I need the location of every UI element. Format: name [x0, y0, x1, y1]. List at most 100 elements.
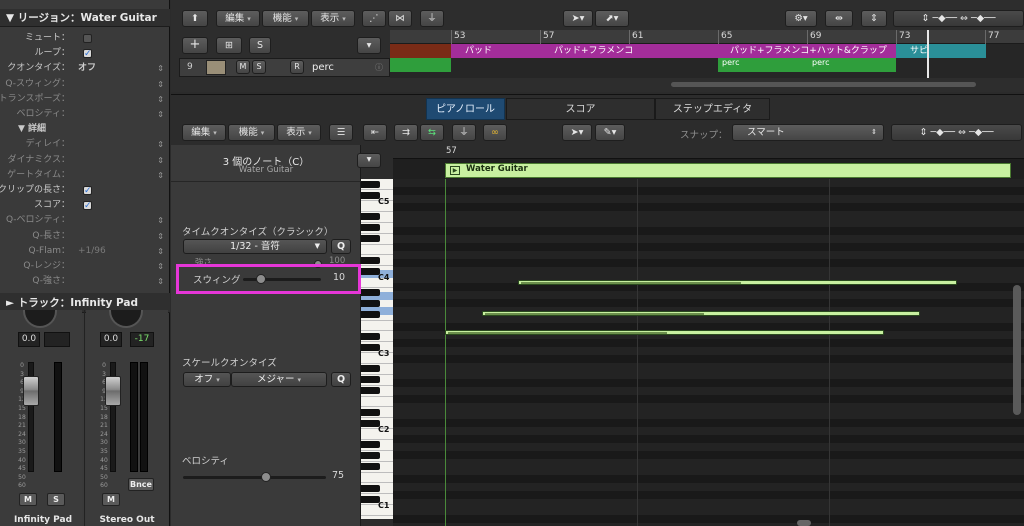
inspector-row[interactable]: スコア： ✓	[0, 198, 170, 213]
region-perc-1[interactable]: perc	[718, 58, 808, 72]
inspector-row[interactable]: ループ： ✓	[0, 46, 170, 61]
playhead[interactable]	[927, 30, 929, 78]
gear-icon[interactable]: ⚙▾	[785, 10, 817, 27]
black-key[interactable]	[361, 365, 380, 372]
black-key[interactable]	[361, 181, 380, 188]
snap-select[interactable]: スマート ⇕	[732, 124, 884, 141]
black-key[interactable]	[361, 235, 380, 242]
pointer-tool-icon[interactable]: ➤▾	[562, 124, 592, 141]
editor-ruler[interactable]: 57	[393, 145, 1024, 159]
pencil-tool-icon[interactable]: ⬈▾	[595, 10, 629, 27]
stepper-icon[interactable]: ⇕	[157, 153, 164, 168]
stepper-icon[interactable]: ⇕	[157, 137, 164, 152]
quantize-select[interactable]: 1/32 - 音符 ▼	[183, 239, 327, 254]
checkbox[interactable]: ✓	[83, 201, 92, 211]
midi-note[interactable]	[481, 311, 921, 316]
mute-button[interactable]: M	[19, 493, 37, 506]
filter-icon[interactable]: ⏚	[420, 10, 444, 27]
piano-keyboard[interactable]: C5 C4 C3 C2 C1	[361, 179, 393, 519]
black-key[interactable]	[361, 224, 380, 231]
region-header[interactable]: ▼ リージョン：Water Guitar	[0, 9, 170, 27]
black-key[interactable]	[361, 333, 380, 340]
checkbox[interactable]	[83, 34, 92, 43]
checkbox[interactable]: ✓	[83, 186, 92, 196]
black-key[interactable]	[361, 485, 380, 492]
midi-out-icon[interactable]: ⇆	[420, 124, 444, 141]
tab-step-editor[interactable]: ステップエディタ	[655, 98, 770, 120]
zoom-sliders[interactable]: ⇕ ─◆── ⇔ ─◆──	[893, 10, 1024, 27]
solo-button[interactable]: S	[252, 60, 266, 74]
region-pad-flamenco-hat[interactable]: パッド+フラメンコ+ハット&クラップ	[718, 44, 896, 58]
inspector-row[interactable]: クリップの長さ： ✓	[0, 183, 170, 198]
quantize-button[interactable]: Q	[331, 239, 351, 254]
inspector-row[interactable]: Q-Flam： +1/96 ⇕	[0, 244, 170, 259]
zoom-sliders[interactable]: ⇕ ─◆── ⇔ ─◆──	[891, 124, 1022, 141]
vertical-zoom-icon[interactable]: ⇕	[861, 10, 887, 27]
black-key[interactable]	[361, 376, 380, 383]
black-key[interactable]	[361, 387, 380, 394]
region-pad[interactable]: パッド	[451, 44, 540, 58]
stepper-icon[interactable]: ⇕	[157, 61, 164, 76]
filter-icon[interactable]: ⏚	[452, 124, 476, 141]
edit-menu[interactable]: 編集 ▾	[216, 10, 260, 27]
back-button[interactable]: ⬆	[182, 10, 208, 27]
inspector-row[interactable]: Q-ベロシティ： ⇕	[0, 213, 170, 228]
duplicate-track-icon[interactable]: ⊞	[216, 37, 242, 54]
mute-button[interactable]: M	[102, 493, 120, 506]
collapse-icon[interactable]: ▾	[357, 37, 381, 54]
solo-button[interactable]: S	[47, 493, 65, 506]
inspector-row[interactable]: ▼ 詳細	[0, 122, 170, 137]
inspector-row[interactable]: クオンタイズ： オフ ⇕	[0, 61, 170, 76]
stepper-icon[interactable]: ⇕	[157, 259, 164, 274]
midi-note[interactable]	[445, 330, 884, 335]
black-key[interactable]	[361, 257, 380, 264]
black-key[interactable]	[361, 409, 380, 416]
functions-menu[interactable]: 機能 ▾	[228, 124, 275, 141]
link-icon[interactable]: ⋈	[388, 10, 412, 27]
functions-menu[interactable]: 機能 ▾	[262, 10, 309, 27]
catch-icon[interactable]: ⋰	[362, 10, 386, 27]
scale-off-select[interactable]: オフ ▾	[183, 372, 231, 387]
region-green[interactable]	[390, 58, 451, 72]
region-pad-flamenco[interactable]: パッド+フラメンコ	[540, 44, 718, 58]
inspector-row[interactable]: ダイナミクス： ⇕	[0, 153, 170, 168]
pan-knob[interactable]	[109, 310, 143, 328]
view-menu[interactable]: 表示 ▾	[277, 124, 321, 141]
inspector-row[interactable]: ベロシティ： ⇕	[0, 107, 170, 122]
inspector-row[interactable]: Q-スウィング： ⇕	[0, 77, 170, 92]
add-track-button[interactable]: +	[182, 37, 208, 54]
pencil-tool-icon[interactable]: ✎▾	[595, 124, 625, 141]
inspector-row[interactable]: Q-長さ： ⇕	[0, 229, 170, 244]
list-icon[interactable]: ☰	[329, 124, 353, 141]
bounce-button[interactable]: Bnce	[128, 478, 154, 491]
horizontal-scrollbar[interactable]	[797, 520, 811, 526]
view-menu[interactable]: 表示 ▾	[311, 10, 355, 27]
volume-fader-cap[interactable]	[23, 376, 39, 406]
black-key[interactable]	[361, 213, 380, 220]
region-block[interactable]	[390, 44, 451, 58]
region-header-bar[interactable]: ▶ Water Guitar	[445, 163, 1011, 178]
midi-in-icon[interactable]: ⇉	[394, 124, 418, 141]
inspector-row[interactable]: ディレイ： ⇕	[0, 137, 170, 152]
scale-type-select[interactable]: メジャー ▾	[231, 372, 327, 387]
black-key[interactable]	[361, 441, 380, 448]
record-button[interactable]: R	[290, 60, 304, 74]
black-key[interactable]	[361, 289, 380, 296]
velocity-slider-track[interactable]	[183, 476, 326, 479]
scale-quantize-button[interactable]: Q	[331, 372, 351, 387]
s-button[interactable]: S	[249, 37, 271, 54]
checkbox[interactable]: ✓	[83, 49, 92, 59]
link-icon[interactable]: ∞	[483, 124, 507, 141]
waveform-zoom-icon[interactable]: ⇹	[825, 10, 853, 27]
inspector-row[interactable]: トランスポーズ： ⇕	[0, 92, 170, 107]
tab-piano-roll[interactable]: ピアノロール	[426, 98, 505, 120]
pan-knob[interactable]	[23, 310, 57, 328]
stepper-icon[interactable]: ⇕	[157, 168, 164, 183]
stepper-icon[interactable]: ⇕	[157, 244, 164, 259]
black-key[interactable]	[361, 300, 380, 307]
velocity-slider-knob[interactable]	[261, 472, 271, 482]
black-key[interactable]	[361, 463, 380, 470]
stepper-icon[interactable]: ⇕	[157, 107, 164, 122]
region-perc-2[interactable]: perc	[808, 58, 896, 72]
inspector-row[interactable]: Q-レンジ： ⇕	[0, 259, 170, 274]
